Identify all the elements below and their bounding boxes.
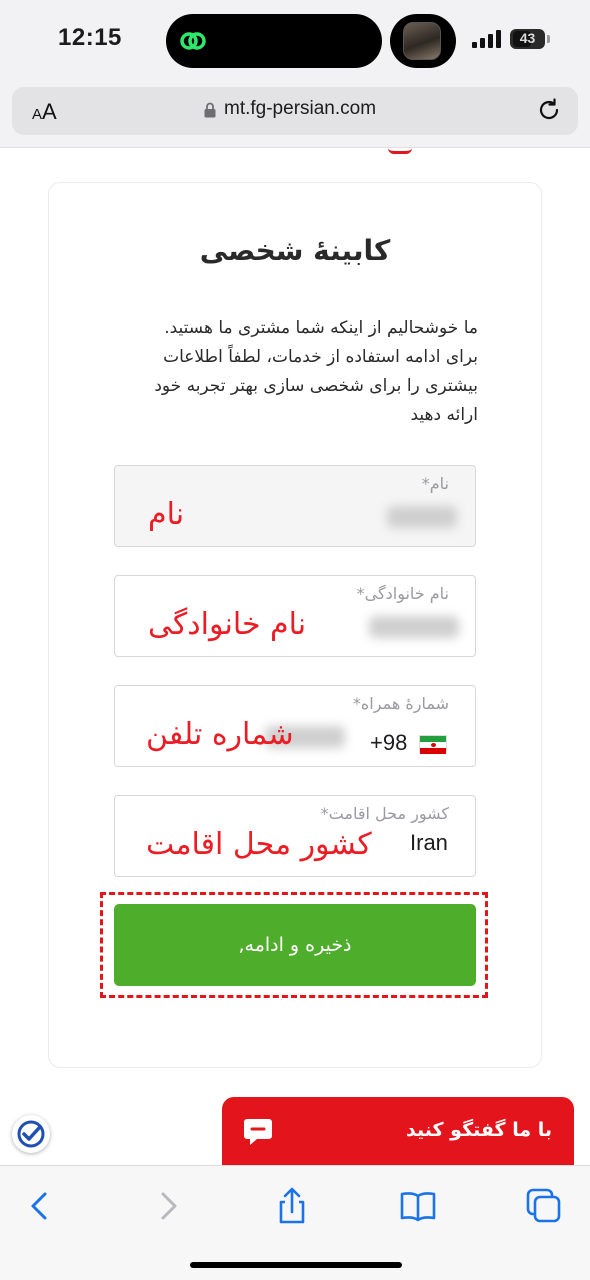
status-time: 12:15 [58,24,122,51]
back-icon[interactable] [20,1186,60,1226]
reload-icon[interactable] [536,97,562,123]
last-name-annotation: نام خانوادگی [148,607,307,642]
country-label: کشور محل اقامت* [320,804,449,823]
shield-check-icon [17,1120,45,1148]
iran-flag-icon [419,735,447,754]
battery-icon: 43 [510,29,550,49]
chat-label: با ما گفتگو کنید [406,1119,552,1141]
page-title: کابینهٔ شخصی [199,234,391,267]
status-bar: 12:15 43 [0,0,590,82]
chat-button[interactable]: با ما گفتگو کنید [222,1097,574,1167]
browser-address-area: AA mt.fg-persian.com [0,82,590,148]
battery-percent: 43 [519,30,536,46]
save-continue-button[interactable]: ذخیره و ادامه, [114,904,476,986]
phone-annotation: شماره تلفن [146,717,294,752]
country-code: +98 [370,730,408,755]
country-annotation: کشور محل اقامت [146,827,372,862]
chat-bubble-icon [244,1119,272,1145]
url-text: mt.fg-persian.com [224,98,377,119]
forward-icon[interactable] [148,1186,188,1226]
share-icon[interactable] [272,1186,312,1226]
last-name-label: نام خانوادگی* [356,584,449,603]
lock-icon [204,102,216,118]
last-name-value-redacted [369,616,459,638]
logo-fragment [388,148,412,154]
home-indicator [190,1262,402,1268]
bookmarks-icon[interactable] [398,1186,438,1226]
country-value: Iran [410,830,448,855]
first-name-value-redacted [387,506,457,528]
cellular-signal-icon [472,30,501,48]
reader-text-size-button[interactable]: AA [32,99,57,125]
address-bar[interactable]: AA mt.fg-persian.com [12,87,578,135]
phone-label: شمارهٔ همراه* [352,694,449,713]
first-name-label: نام* [421,474,449,493]
now-playing-thumbnail [403,22,441,60]
intro-text: ما خوشحالیم از اینکه شما مشتری ما هستید.… [154,318,478,425]
link-app-icon [180,32,206,50]
verification-badge[interactable] [12,1115,50,1153]
tabs-icon[interactable] [524,1186,564,1226]
first-name-annotation: نام [148,497,185,532]
